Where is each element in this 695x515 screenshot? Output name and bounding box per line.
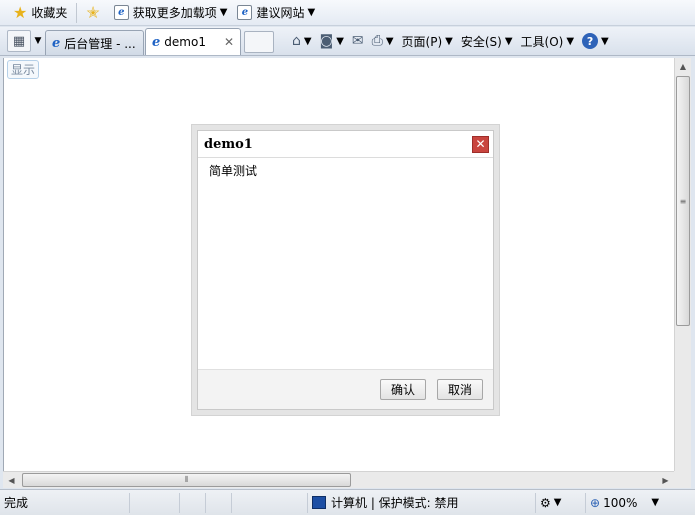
- chevron-down-icon: ▼: [307, 7, 316, 18]
- chevron-down-icon: ▼: [445, 35, 453, 47]
- horizontal-scroll-thumb[interactable]: ⦀: [22, 473, 351, 487]
- tab-bar: ▦ ▼ e 后台管理 - ... e demo1 ✕ ⌂ ▼ ◙ ▼ ✉ ⎙ ▼…: [0, 27, 695, 56]
- scroll-up-icon[interactable]: ▲: [675, 58, 691, 75]
- security-zone[interactable]: 计算机 | 保护模式: 禁用: [308, 492, 536, 513]
- dialog-footer: 确认 取消: [198, 369, 493, 409]
- feeds-button[interactable]: ◙ ▼: [316, 30, 348, 52]
- add-favorite-star-icon: ✭: [86, 2, 100, 22]
- scrollbar-corner: [674, 471, 691, 488]
- quick-tabs-icon[interactable]: ▦: [7, 30, 31, 52]
- ie-page-icon: e: [113, 5, 129, 20]
- safety-menu-label: 安全(S): [460, 34, 502, 49]
- cancel-button[interactable]: 取消: [437, 379, 483, 400]
- add-to-favorites-bar-button[interactable]: ✭: [81, 2, 108, 24]
- suggested-sites-label: 建议网站: [256, 6, 305, 20]
- ie-page-icon: e: [152, 34, 161, 50]
- home-icon: ⌂: [292, 33, 301, 49]
- new-tab-button[interactable]: [244, 31, 274, 53]
- vertical-scrollbar[interactable]: ▲ ≡: [674, 58, 691, 471]
- close-tab-icon[interactable]: ✕: [224, 35, 234, 49]
- tab-label: demo1: [164, 35, 206, 49]
- page-menu-label: 页面(P): [401, 34, 443, 49]
- dialog: demo1 ✕ 简单测试 确认 取消: [191, 124, 500, 416]
- zoom-icon: ⊕: [590, 495, 601, 510]
- page-menu[interactable]: 页面(P) ▼: [398, 30, 457, 52]
- home-button[interactable]: ⌂ ▼: [288, 30, 316, 52]
- chevron-down-icon: ▼: [504, 35, 513, 47]
- scroll-right-icon[interactable]: ▶: [657, 472, 674, 488]
- status-panel-empty: ⚙ ▼: [536, 492, 586, 513]
- favorites-label: 收藏夹: [31, 6, 68, 20]
- dialog-title: demo1: [204, 136, 253, 152]
- confirm-button[interactable]: 确认: [380, 379, 426, 400]
- dialog-body: 简单测试: [209, 164, 258, 178]
- chevron-down-icon: ▼: [336, 35, 344, 47]
- tools-menu[interactable]: 工具(O) ▼: [517, 30, 579, 52]
- security-zone-label: 计算机 | 保护模式: 禁用: [331, 496, 459, 510]
- chevron-down-icon: ▼: [651, 497, 660, 508]
- favorites-bar: ★ 收藏夹 ✭ e 获取更多加载项 ▼ e 建议网站 ▼: [0, 0, 695, 26]
- status-panel-empty: [232, 492, 308, 513]
- help-menu[interactable]: ? ▼: [578, 30, 613, 52]
- horizontal-scrollbar[interactable]: ◀ ⦀ ▶: [3, 471, 674, 488]
- suggested-sites-link[interactable]: e 建议网站 ▼: [232, 2, 320, 24]
- status-panel-empty: [180, 492, 206, 513]
- tab-demo1[interactable]: e demo1 ✕: [145, 28, 241, 55]
- status-panel-empty: [130, 492, 180, 513]
- read-mail-button[interactable]: ✉: [348, 30, 368, 52]
- rss-icon: ◙: [319, 33, 334, 49]
- show-button[interactable]: 显示: [7, 60, 39, 79]
- safety-menu[interactable]: 安全(S) ▼: [457, 30, 517, 52]
- dialog-header[interactable]: demo1 ✕: [198, 131, 493, 158]
- ie-page-icon: e: [52, 35, 61, 51]
- tab-admin[interactable]: e 后台管理 - ...: [45, 30, 144, 55]
- help-icon: ?: [582, 33, 599, 49]
- status-bar: 完成 计算机 | 保护模式: 禁用 ⚙ ▼ ⊕ 100% ▼: [0, 489, 695, 515]
- command-bar: ⌂ ▼ ◙ ▼ ✉ ⎙ ▼ 页面(P) ▼ 安全(S) ▼ 工具(O) ▼ ? …: [288, 28, 613, 54]
- tab-list-dropdown[interactable]: ▼: [31, 30, 45, 52]
- zoom-control[interactable]: ⊕ 100% ▼: [586, 493, 671, 513]
- close-icon[interactable]: ✕: [472, 135, 489, 153]
- tab-label: 后台管理 - ...: [64, 36, 136, 51]
- print-icon: ⎙: [371, 33, 383, 49]
- tools-menu-label: 工具(O): [520, 34, 564, 49]
- star-icon: ★: [13, 2, 28, 22]
- get-more-addons-link[interactable]: e 获取更多加载项 ▼: [109, 2, 233, 24]
- chevron-down-icon: ▼: [601, 35, 609, 47]
- chevron-down-icon: ▼: [219, 7, 228, 18]
- favorites-button[interactable]: ★ 收藏夹: [8, 2, 72, 24]
- computer-zone-icon: [312, 496, 326, 509]
- chevron-down-icon[interactable]: ▼: [554, 497, 562, 508]
- status-text: 完成: [0, 492, 130, 513]
- zoom-level: 100%: [603, 495, 638, 510]
- toolbar-separator: [76, 2, 78, 23]
- print-button[interactable]: ⎙ ▼: [368, 30, 398, 52]
- get-more-addons-label: 获取更多加载项: [132, 6, 217, 20]
- popup-blocker-icon[interactable]: ⚙: [540, 496, 551, 510]
- dialog-panel: demo1 ✕ 简单测试 确认 取消: [197, 130, 494, 410]
- scroll-left-icon[interactable]: ◀: [3, 472, 20, 488]
- mail-icon: ✉: [351, 33, 364, 49]
- page-content: 显示 demo1 ✕ 简单测试 确认 取消: [3, 58, 674, 471]
- chevron-down-icon: ▼: [566, 35, 575, 47]
- chevron-down-icon: ▼: [303, 35, 312, 47]
- ie-page-icon: e: [237, 5, 253, 20]
- status-panel-empty: [206, 492, 232, 513]
- vertical-scroll-thumb[interactable]: ≡: [676, 76, 690, 326]
- chevron-down-icon: ▼: [385, 35, 394, 47]
